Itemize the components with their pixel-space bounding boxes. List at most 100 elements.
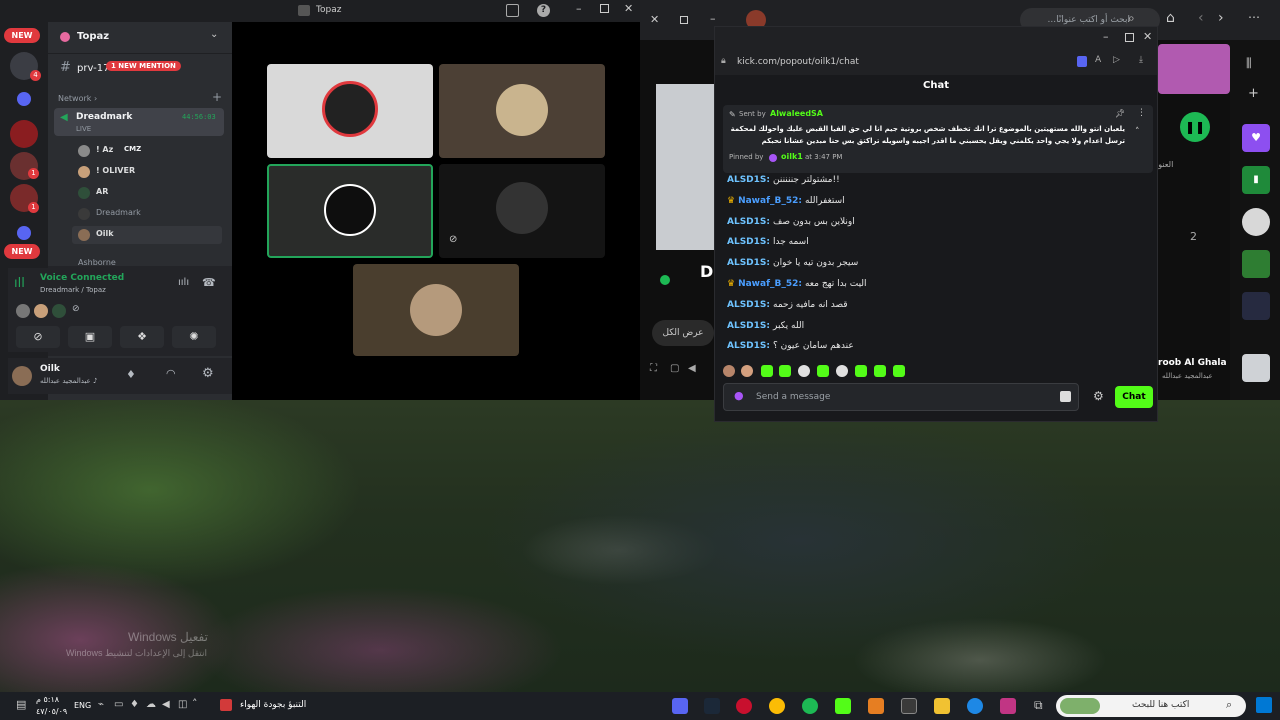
help-icon[interactable]: ? [537,4,550,17]
voice-channel-active[interactable]: ◀ Dreadmark 44:56:03 LIVE [54,108,224,136]
participant-tile[interactable] [353,264,519,356]
volume-icon[interactable]: ◀ [162,699,170,710]
minimize-icon[interactable]: – [1103,30,1109,43]
gear-icon[interactable]: ⚙ [1093,389,1104,403]
notifications-icon[interactable]: ▤ [16,698,26,711]
emote[interactable] [855,365,867,377]
emote[interactable] [761,365,773,377]
maximize-icon[interactable] [680,16,688,24]
download-icon[interactable]: ⤓ [1139,55,1143,65]
screen-share-button[interactable]: ▣ [68,326,112,348]
user-name[interactable]: Oilk [40,364,60,374]
add-icon[interactable]: + [1248,86,1259,101]
close-icon[interactable]: ✕ [624,2,633,15]
pinned-by-user[interactable]: oilk1 [781,152,803,161]
popup-url[interactable]: kick.com/popout/oilk1/chat [737,57,859,67]
message-input[interactable]: Send a message [756,392,830,402]
emote[interactable] [893,365,905,377]
emoji-icon[interactable] [1060,391,1071,402]
translate-icon[interactable]: A [1095,55,1101,65]
microphone-icon[interactable]: ♦ [126,368,136,381]
start-button[interactable] [1256,697,1272,713]
microphone-icon[interactable]: ● [734,389,744,402]
chat-send-button[interactable]: Chat [1115,386,1153,408]
server-icon[interactable] [10,120,38,148]
chat-username[interactable]: ALSD1S: [727,237,770,247]
volume-icon[interactable]: ◀ [688,363,696,374]
unpin-icon[interactable]: 📌︎ [1115,109,1125,118]
chevron-up-icon[interactable]: ˄ [192,697,198,710]
chat-username[interactable]: ALSD1S: [727,300,770,310]
saved-episodes-icon[interactable]: ▮ [1242,166,1270,194]
steam-taskbar-icon[interactable] [704,698,720,714]
close-icon[interactable]: ✕ [1143,30,1152,43]
add-channel-icon[interactable]: + [212,90,222,104]
shield-icon[interactable] [1077,56,1087,67]
avatar[interactable] [12,366,32,386]
maximize-icon[interactable] [1125,33,1134,42]
video-off-button[interactable]: ⊘ [16,326,60,348]
show-all-button[interactable]: عرض الكل [652,320,714,346]
forward-icon[interactable]: › [1218,10,1224,26]
chat-username[interactable]: ALSD1S: [727,321,770,331]
store-taskbar-icon[interactable] [901,698,917,714]
voice-member[interactable]: ! Az CMZ [72,142,222,160]
close-icon[interactable]: ✕ [650,13,659,26]
emote[interactable] [741,365,753,377]
gear-icon[interactable]: ⚙ [202,366,214,381]
chevron-down-icon[interactable]: ⌄ [210,29,218,40]
voice-member[interactable]: Oilk [72,226,222,244]
edge-taskbar-icon[interactable] [967,698,983,714]
search-icon[interactable]: ⌕ [1128,11,1135,26]
voice-member[interactable]: AR [72,184,222,202]
weather-widget[interactable]: التنبؤ بجودة الهواء [240,700,306,710]
emote[interactable] [779,365,791,377]
liked-songs-icon[interactable]: ♥ [1242,124,1270,152]
playlist-cover[interactable] [1242,292,1270,320]
chat-username[interactable]: ALSD1S: [727,175,770,185]
soundboard-button[interactable]: ✺ [172,326,216,348]
back-icon[interactable]: ‹ [1198,10,1204,26]
language-indicator[interactable]: ENG [74,701,91,710]
miniplayer-icon[interactable]: ▢ [670,363,679,374]
taskbar-search-box[interactable]: اكتب هنا للبحث ⌕ [1056,695,1246,717]
noise-suppression-icon[interactable]: ıılı [178,277,189,288]
playlist-cover[interactable] [1242,250,1270,278]
more-options-icon[interactable]: ⋮ [1137,108,1146,118]
home-icon[interactable]: ⌂ [1166,10,1175,26]
task-view-icon[interactable]: ⧉ [1034,698,1043,713]
network-icon[interactable]: ⌁ [98,699,104,710]
category-header[interactable]: Network › [58,94,97,103]
chat-username[interactable]: Nawaf_B_52: [738,279,802,289]
chat-username[interactable]: Nawaf_B_52: [738,196,802,206]
disconnect-icon[interactable]: ☎ [202,276,216,289]
chevron-up-icon[interactable]: ˄ [1135,127,1140,137]
activities-button[interactable]: ❖ [120,326,164,348]
cloud-icon[interactable]: ☁ [146,699,156,710]
emote[interactable] [723,365,735,377]
tray-icon[interactable]: ◫ [178,699,187,710]
headphones-icon[interactable]: ◠ [166,367,176,380]
participant-tile-speaking[interactable] [267,164,433,258]
maximize-icon[interactable] [600,4,609,13]
participant-tile[interactable] [439,64,605,158]
battery-icon[interactable]: ▭ [114,699,123,710]
play-icon[interactable]: ▷ [1113,55,1120,65]
participant-tile[interactable]: ⊘ [439,164,605,258]
participant-tile[interactable] [267,64,433,158]
chrome-taskbar-icon[interactable] [769,698,785,714]
emote[interactable] [874,365,886,377]
inbox-icon[interactable] [506,4,519,17]
minimize-icon[interactable]: – [710,12,716,25]
library-icon[interactable]: ⫼ [1246,56,1252,71]
chat-username[interactable]: ALSD1S: [727,258,770,268]
voice-member[interactable]: ! OLIVER [72,163,222,181]
server-header[interactable]: Topaz ⌄ [48,22,232,54]
chat-username[interactable]: ALSD1S: [727,341,770,351]
file-explorer-icon[interactable] [934,698,950,714]
fullscreen-icon[interactable]: ⛶ [650,363,657,374]
pause-button[interactable]: ❚❚ [1180,112,1210,142]
voice-status[interactable]: Voice Connected [40,273,124,283]
pinned-sender[interactable]: AlwaleedSA [770,109,823,118]
artist-avatar[interactable] [1242,208,1270,236]
